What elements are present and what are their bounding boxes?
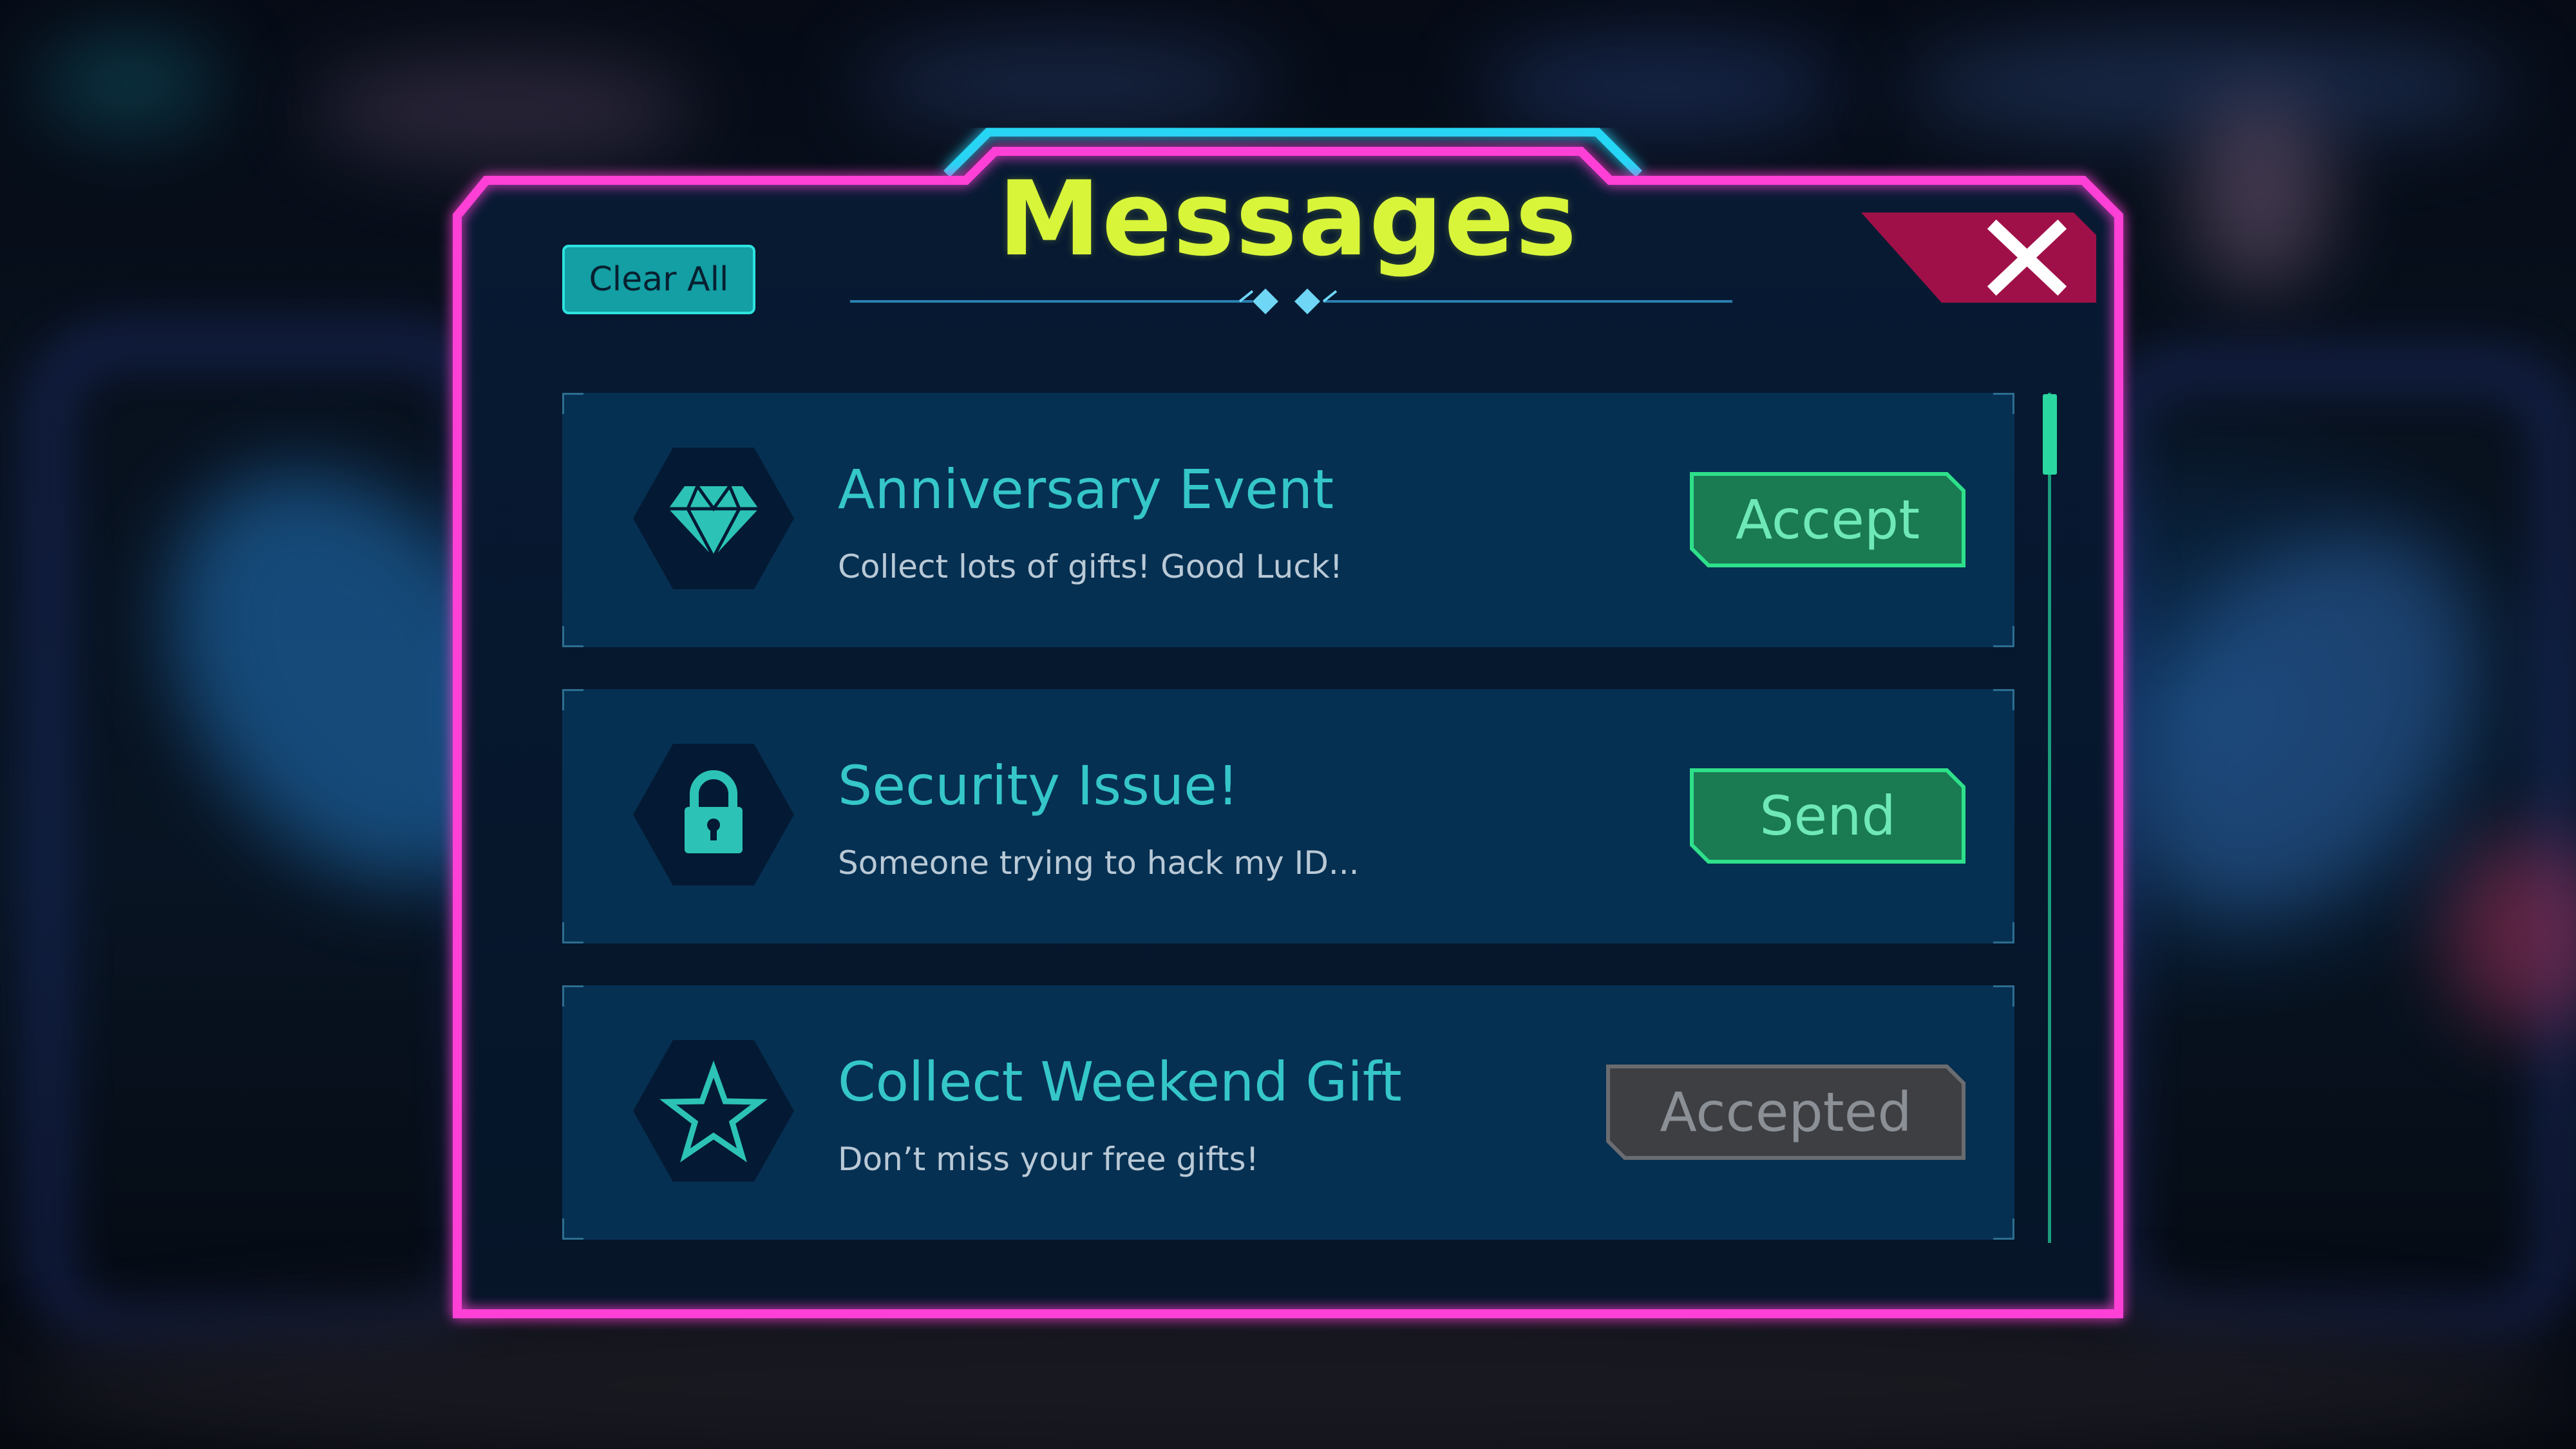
message-subtitle: Collect lots of gifts! Good Luck! (838, 548, 1343, 585)
message-subtitle: Don’t miss your free gifts! (838, 1141, 1259, 1178)
star-icon (633, 1040, 794, 1182)
accept-label: Accept (1735, 488, 1920, 551)
lock-icon (633, 744, 794, 886)
message-subtitle: Someone trying to hack my ID... (838, 844, 1359, 882)
accepted-button[interactable]: Accepted (1605, 1064, 1966, 1160)
accept-button[interactable]: Accept (1689, 471, 1966, 568)
close-x-icon (1861, 213, 2096, 303)
message-title: Anniversary Event (838, 458, 1334, 521)
message-list: Anniversary Event Collect lots of gifts!… (562, 393, 2014, 1243)
message-list-scrollbar[interactable] (2043, 393, 2057, 1243)
message-card-security: Security Issue! Someone trying to hack m… (562, 689, 2014, 943)
scrollbar-track (2048, 393, 2051, 1243)
accepted-label: Accepted (1660, 1081, 1912, 1144)
send-label: Send (1759, 784, 1896, 848)
scrollbar-thumb[interactable] (2043, 394, 2057, 475)
message-card-anniversary: Anniversary Event Collect lots of gifts!… (562, 393, 2014, 647)
message-title: Security Issue! (838, 754, 1239, 817)
diamond-icon (633, 448, 794, 589)
close-button[interactable] (1855, 206, 2099, 303)
game-screen: Messages Clear All Anniversary Event Col… (0, 0, 2576, 1449)
clear-all-button[interactable]: Clear All (562, 245, 755, 314)
message-card-weekend-gift: Collect Weekend Gift Don’t miss your fre… (562, 985, 2014, 1240)
send-button[interactable]: Send (1689, 768, 1966, 864)
messages-dialog: Messages Clear All Anniversary Event Col… (0, 0, 2576, 1449)
message-title: Collect Weekend Gift (838, 1050, 1402, 1113)
dialog-title: Messages (998, 158, 1578, 279)
